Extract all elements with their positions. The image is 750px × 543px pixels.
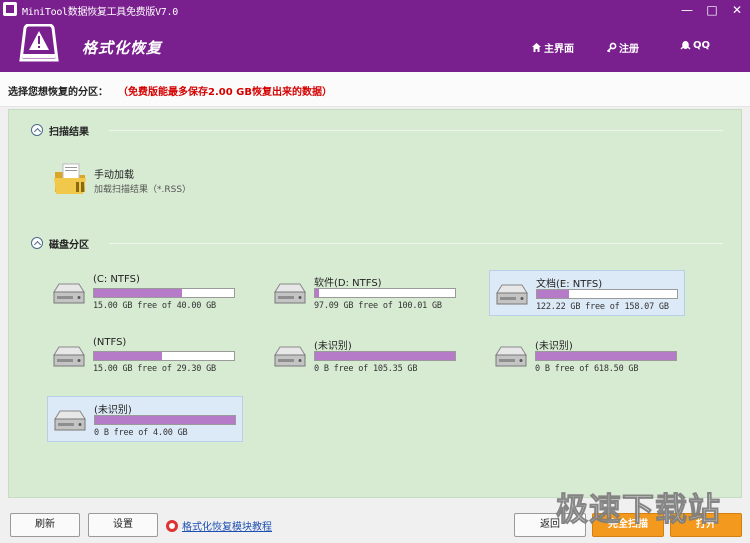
hard-drive-icon [54, 410, 86, 431]
hard-drive-icon [496, 284, 528, 305]
drive-usage-bar [93, 288, 235, 298]
hard-drive-icon [53, 283, 85, 304]
drive-name: (未识别) [535, 341, 573, 352]
section-divider [109, 130, 723, 131]
disk-partitions-title: 磁盘分区 [49, 239, 89, 251]
header: 格式化恢复 主界面 注册 QQ [0, 20, 750, 72]
close-button[interactable]: ✕ [728, 2, 746, 18]
hard-drive-icon [274, 283, 306, 304]
hard-drive-icon [274, 346, 306, 367]
drive-tile[interactable]: 软件(D: NTFS) 97.09 GB free of 100.01 GB [268, 270, 464, 316]
drive-usage-fill [536, 352, 676, 360]
home-icon [532, 43, 541, 52]
folder-icon[interactable] [53, 162, 89, 196]
tutorial-link[interactable]: 格式化恢复模块教程 [166, 518, 272, 533]
disk-partitions-header[interactable]: 磁盘分区 [31, 235, 89, 251]
nav-register-link[interactable]: 注册 [606, 40, 639, 55]
window-title: MiniTool数据恢复工具免费版V7.0 [22, 7, 178, 18]
settings-button[interactable]: 设置 [88, 513, 158, 537]
drive-capacity: 15.00 GB free of 40.00 GB [93, 301, 216, 311]
tutorial-link-label: 格式化恢复模块教程 [182, 522, 272, 533]
manual-load-title[interactable]: 手动加载 [94, 166, 134, 181]
drive-usage-fill [94, 352, 163, 360]
drive-usage-bar [535, 351, 677, 361]
drive-name: 文档(E: NTFS) [536, 279, 603, 290]
drive-tile[interactable]: (C: NTFS) 15.00 GB free of 40.00 GB [47, 270, 243, 316]
drive-usage-bar [314, 288, 456, 298]
partition-prompt-bar: 选择您想恢复的分区： （免费版能最多保存2.00 GB恢复出来的数据） [0, 72, 750, 107]
drive-usage-fill [537, 290, 569, 298]
drive-usage-bar [93, 351, 235, 361]
drive-name: (NTFS) [93, 337, 127, 348]
drive-usage-fill [315, 352, 455, 360]
lifebuoy-help-icon [166, 519, 178, 532]
drive-usage-bar [536, 289, 678, 299]
minimize-button[interactable]: — [678, 2, 696, 18]
page-title: 格式化恢复 [82, 39, 163, 57]
nav-home-link[interactable]: 主界面 [531, 40, 574, 55]
hard-drive-icon [53, 346, 85, 367]
refresh-button[interactable]: 刷新 [10, 513, 80, 537]
scan-results-title: 扫描结果 [49, 126, 89, 138]
drive-usage-fill [315, 289, 320, 297]
collapse-chevron-icon[interactable] [31, 237, 43, 249]
qq-penguin-icon [680, 41, 691, 50]
drive-name: (未识别) [314, 341, 352, 352]
nav-home-label: 主界面 [544, 44, 574, 55]
drive-usage-fill [95, 416, 235, 424]
nav-register-label: 注册 [619, 44, 639, 55]
drive-name: (未识别) [94, 405, 132, 416]
drive-usage-fill [94, 289, 182, 297]
hard-drive-icon [495, 346, 527, 367]
warning-drive-icon [19, 24, 59, 62]
title-bar: MiniTool数据恢复工具免费版V7.0 — □ ✕ [0, 0, 750, 20]
partition-prompt: 选择您想恢复的分区： [8, 87, 108, 98]
main-panel: 扫描结果 手动加载 加载扫描结果（*.RSS） 磁盘分区 (C: NTFS) 15… [8, 109, 742, 498]
drive-name: 软件(D: NTFS) [314, 278, 382, 289]
free-version-note: （免费版能最多保存2.00 GB恢复出来的数据） [118, 87, 332, 98]
nav-qq-link[interactable]: QQ [680, 40, 710, 51]
drive-capacity: 0 B free of 618.50 GB [535, 364, 639, 374]
drive-usage-bar [94, 415, 236, 425]
drive-tile[interactable]: (未识别) 0 B free of 618.50 GB [489, 333, 685, 379]
drive-capacity: 15.00 GB free of 29.30 GB [93, 364, 216, 374]
drive-usage-bar [314, 351, 456, 361]
app-icon [3, 2, 17, 16]
nav-qq-label: QQ [693, 40, 711, 51]
drive-tile[interactable]: (NTFS) 15.00 GB free of 29.30 GB [47, 333, 243, 379]
collapse-chevron-icon[interactable] [31, 124, 43, 136]
watermark: 极速下载站 [555, 490, 722, 529]
drive-tile[interactable]: 文档(E: NTFS) 122.22 GB free of 158.07 GB [489, 270, 685, 316]
key-icon [606, 42, 617, 53]
section-divider [109, 243, 723, 244]
scan-results-header[interactable]: 扫描结果 [31, 122, 89, 138]
drive-capacity: 97.09 GB free of 100.01 GB [314, 301, 442, 311]
drive-capacity: 0 B free of 105.35 GB [314, 364, 418, 374]
drive-capacity: 122.22 GB free of 158.07 GB [536, 302, 669, 312]
drive-tile[interactable]: (未识别) 0 B free of 105.35 GB [268, 333, 464, 379]
drive-tile[interactable]: (未识别) 0 B free of 4.00 GB [47, 396, 243, 442]
maximize-button[interactable]: □ [703, 2, 721, 18]
drive-capacity: 0 B free of 4.00 GB [94, 428, 188, 438]
drive-name: (C: NTFS) [93, 274, 140, 285]
manual-load-subtitle: 加载扫描结果（*.RSS） [94, 185, 192, 195]
